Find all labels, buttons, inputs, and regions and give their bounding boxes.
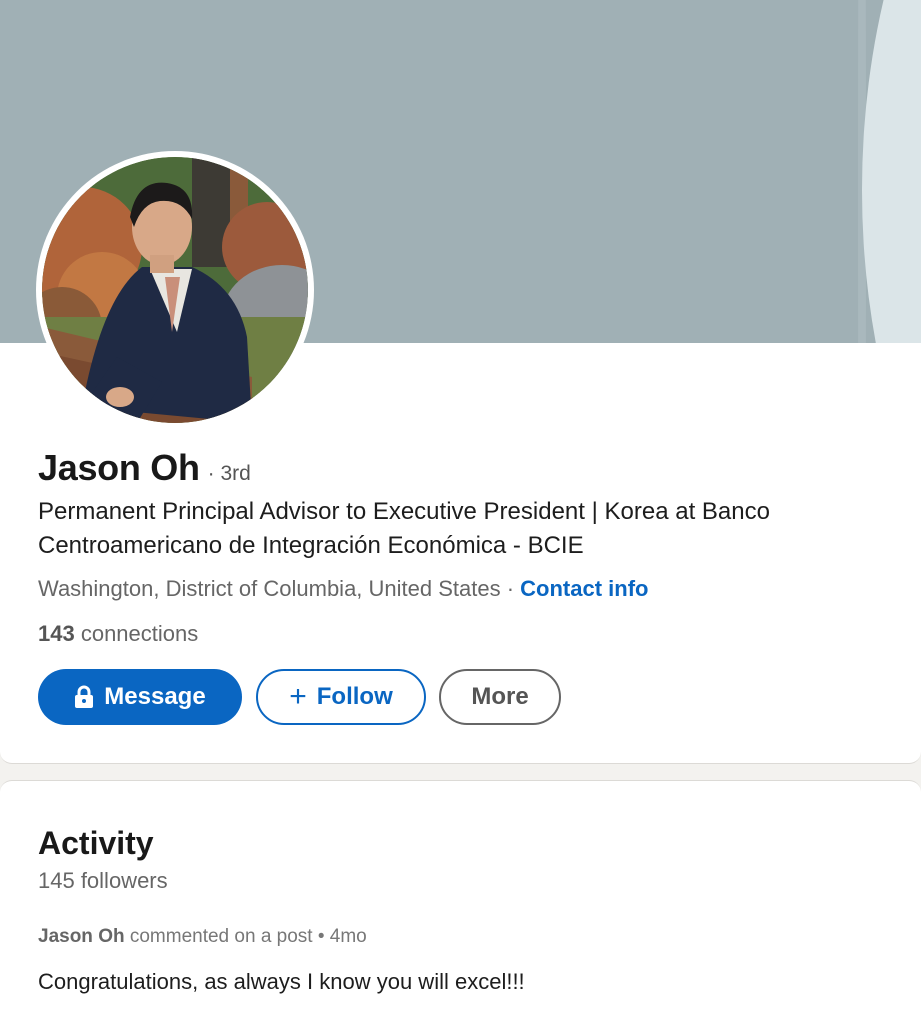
activity-post-text[interactable]: Congratulations, as always I know you wi… bbox=[38, 969, 525, 995]
profile-location: Washington, District of Columbia, United… bbox=[38, 576, 501, 601]
connections-count[interactable]: 143 connections bbox=[38, 621, 198, 647]
plus-icon: + bbox=[289, 680, 307, 713]
connections-label: connections bbox=[74, 621, 199, 646]
lock-icon bbox=[74, 685, 94, 709]
contact-info-link[interactable]: Contact info bbox=[520, 576, 648, 601]
connection-degree: · 3rd bbox=[207, 462, 251, 485]
activity-card: Activity 145 followers Jason Oh commente… bbox=[0, 780, 921, 1024]
more-button[interactable]: More bbox=[439, 669, 561, 725]
followers-count: 145 followers bbox=[38, 868, 168, 893]
profile-photo-image bbox=[42, 157, 308, 423]
follow-button[interactable]: + Follow bbox=[256, 669, 426, 725]
activity-meta: Jason Oh commented on a post • 4mo bbox=[38, 926, 367, 948]
profile-headline: Permanent Principal Advisor to Executive… bbox=[38, 498, 770, 559]
activity-author[interactable]: Jason Oh bbox=[38, 926, 125, 947]
activity-title: Activity bbox=[38, 825, 154, 861]
profile-name: Jason Oh bbox=[38, 447, 200, 488]
activity-action: commented on a post • 4mo bbox=[124, 926, 367, 947]
message-button-label: Message bbox=[104, 683, 206, 710]
location-separator: · bbox=[500, 576, 521, 601]
connections-number: 143 bbox=[38, 621, 75, 646]
more-button-label: More bbox=[471, 683, 529, 710]
profile-card: Jason Oh · 3rd Permanent Principal Advis… bbox=[0, 0, 921, 764]
name-row: Jason Oh · 3rd bbox=[38, 447, 251, 489]
follow-button-label: Follow bbox=[316, 683, 393, 710]
profile-photo[interactable] bbox=[36, 151, 314, 429]
cover-arc bbox=[862, 0, 921, 343]
location-row: Washington, District of Columbia, United… bbox=[38, 576, 649, 602]
message-button[interactable]: Message bbox=[38, 669, 242, 725]
